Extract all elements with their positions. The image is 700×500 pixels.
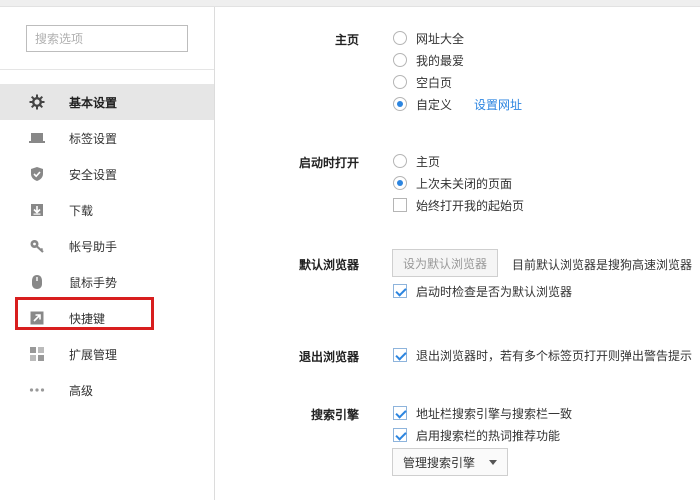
sidebar-item-label: 鼠标手势 (69, 276, 118, 290)
chevron-down-icon (489, 459, 498, 465)
radio-button[interactable] (393, 154, 407, 168)
set-default-browser-button[interactable]: 设为默认浏览器 (392, 249, 499, 277)
set-url-link[interactable]: 设置网址 (474, 96, 522, 113)
download-icon (29, 202, 45, 218)
checkbox[interactable] (393, 198, 407, 212)
homepage-option-site-directory[interactable]: 网址大全 (393, 29, 464, 47)
radio-button[interactable] (393, 53, 407, 67)
more-dots-icon (29, 382, 45, 398)
sidebar-item-advanced[interactable]: 高级 (0, 372, 214, 408)
checkbox-checked[interactable] (393, 406, 407, 420)
startup-option-last-session[interactable]: 上次未关闭的页面 (393, 174, 512, 192)
sidebar-item-label: 高级 (69, 384, 94, 398)
sidebar-item-basic-settings[interactable]: 基本设置 (0, 84, 214, 120)
sidebar-item-shortcuts[interactable]: 快捷键 (0, 300, 214, 336)
settings-sidebar: 基本设置 标签设置 安全设置 下载 帐号助手 鼠标手势 快捷键 (0, 7, 215, 500)
homepage-option-blank-page[interactable]: 空白页 (393, 73, 452, 91)
shortcut-arrow-icon (29, 310, 45, 326)
search-engine-section-label: 搜索引擎 (310, 408, 359, 422)
exit-warning-checkbox[interactable]: 退出浏览器时，若有多个标签页打开则弹出警告提示 (393, 346, 692, 364)
sidebar-item-extension-management[interactable]: 扩展管理 (0, 336, 214, 372)
sidebar-item-download[interactable]: 下载 (0, 192, 214, 228)
tab-icon (29, 130, 45, 146)
sidebar-item-label: 下载 (69, 204, 94, 218)
sidebar-item-security-settings[interactable]: 安全设置 (0, 156, 214, 192)
sidebar-item-label: 安全设置 (69, 168, 118, 182)
checkbox-checked[interactable] (393, 348, 407, 362)
settings-main-panel: 主页 网址大全 我的最爱 空白页 自定义 设置网址 启动时打开 主页 上次未关闭… (216, 7, 700, 500)
top-bar (0, 0, 700, 7)
sidebar-item-tab-settings[interactable]: 标签设置 (0, 120, 214, 156)
sidebar-divider (0, 69, 214, 70)
radio-button[interactable] (393, 75, 407, 89)
sidebar-item-label: 基本设置 (69, 96, 118, 110)
gear-icon (29, 94, 45, 110)
startup-option-homepage[interactable]: 主页 (393, 152, 440, 170)
startup-always-open-start-page-checkbox[interactable]: 始终打开我的起始页 (393, 196, 524, 214)
manage-search-engines-dropdown[interactable]: 管理搜索引擎 (392, 448, 509, 476)
exit-browser-section-label: 退出浏览器 (298, 350, 359, 364)
search-hot-words-checkbox[interactable]: 启用搜索栏的热词推荐功能 (393, 426, 560, 444)
grid-icon (29, 346, 45, 362)
homepage-option-custom[interactable]: 自定义 设置网址 (393, 95, 522, 113)
shield-check-icon (29, 166, 45, 182)
search-options-input[interactable] (26, 25, 188, 52)
check-default-on-startup-checkbox[interactable]: 启动时检查是否为默认浏览器 (393, 282, 572, 300)
sidebar-item-label: 快捷键 (69, 312, 106, 326)
homepage-section-label: 主页 (334, 33, 359, 47)
default-browser-status-text: 目前默认浏览器是搜狗高速浏览器 (512, 258, 693, 272)
key-icon (29, 238, 45, 254)
radio-button-selected[interactable] (393, 97, 407, 111)
mouse-icon (29, 274, 45, 290)
address-bar-search-consistent-checkbox[interactable]: 地址栏搜索引擎与搜索栏一致 (393, 404, 572, 422)
checkbox-checked[interactable] (393, 428, 407, 442)
sidebar-item-mouse-gestures[interactable]: 鼠标手势 (0, 264, 214, 300)
homepage-option-favorites[interactable]: 我的最爱 (393, 51, 464, 69)
checkbox-checked[interactable] (393, 284, 407, 298)
radio-button-selected[interactable] (393, 176, 407, 190)
default-browser-section-label: 默认浏览器 (298, 258, 359, 272)
sidebar-item-label: 帐号助手 (69, 240, 118, 254)
radio-button[interactable] (393, 31, 407, 45)
startup-section-label: 启动时打开 (298, 156, 359, 170)
sidebar-item-label: 扩展管理 (69, 348, 118, 362)
sidebar-item-account-assistant[interactable]: 帐号助手 (0, 228, 214, 264)
sidebar-item-label: 标签设置 (69, 132, 118, 146)
